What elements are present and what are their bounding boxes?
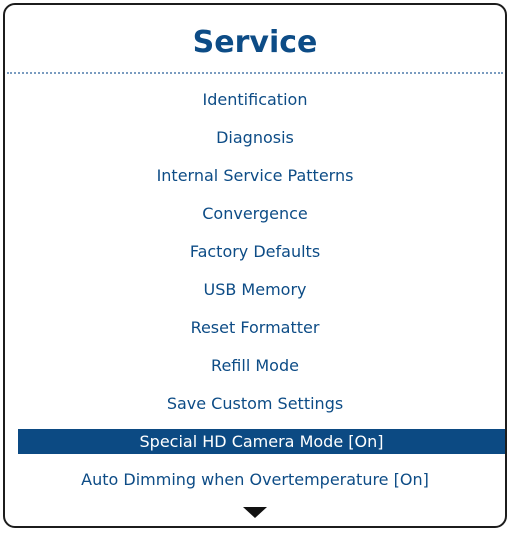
menu-title: Service [192, 25, 318, 60]
menu-item-convergence[interactable]: Convergence [5, 195, 505, 233]
menu-item-refill-mode[interactable]: Refill Mode [5, 347, 505, 385]
menu-item-reset-formatter[interactable]: Reset Formatter [5, 309, 505, 347]
service-menu-panel: Service Identification Diagnosis Interna… [3, 3, 507, 528]
menu-item-special-hd-camera-mode[interactable]: Special HD Camera Mode [On] [18, 429, 505, 454]
title-divider [7, 72, 503, 74]
menu-item-internal-service-patterns[interactable]: Internal Service Patterns [5, 157, 505, 195]
menu-item-save-custom-settings[interactable]: Save Custom Settings [5, 385, 505, 423]
menu-item-usb-memory[interactable]: USB Memory [5, 271, 505, 309]
triangle-down-icon[interactable] [243, 507, 267, 518]
menu-item-auto-dimming[interactable]: Auto Dimming when Overtemperature [On] [5, 461, 505, 499]
menu-item-factory-defaults[interactable]: Factory Defaults [5, 233, 505, 271]
menu-list: Identification Diagnosis Internal Servic… [5, 81, 505, 499]
menu-item-identification[interactable]: Identification [5, 81, 505, 119]
menu-item-diagnosis[interactable]: Diagnosis [5, 119, 505, 157]
